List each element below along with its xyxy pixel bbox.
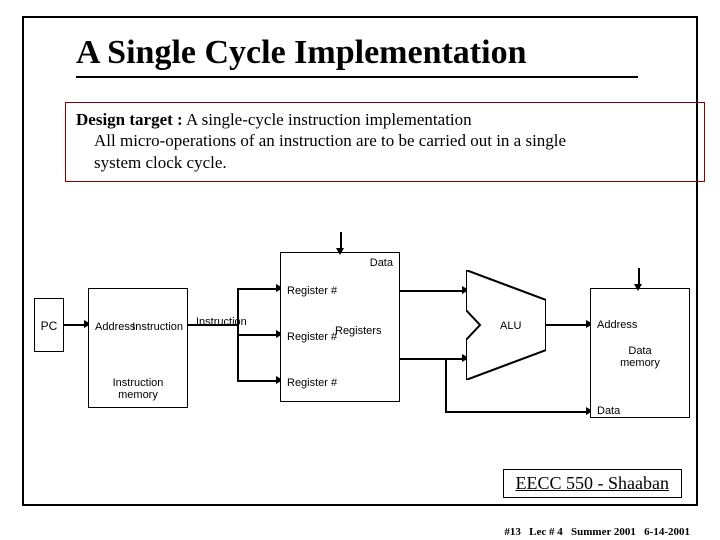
wire-reg-alu-a <box>400 290 466 292</box>
wire-to-reg3 <box>237 380 280 382</box>
wire-to-reg1 <box>237 288 280 290</box>
dmem-caption: Datamemory <box>591 345 689 369</box>
regs-data-port: Data <box>370 257 393 269</box>
title-underline <box>76 76 638 78</box>
design-line2: All micro-operations of an instruction a… <box>94 130 694 151</box>
lecture-number: Lec # 4 <box>529 526 563 538</box>
registers-block: Data Register # Register # Register # Re… <box>280 252 400 402</box>
instruction-wire-label: Instruction <box>196 316 247 328</box>
sub-footer: #13 Lec # 4 Summer 2001 6-14-2001 <box>0 526 720 538</box>
slide-frame: A Single Cycle Implementation Design tar… <box>22 16 698 506</box>
alu-label: ALU <box>500 320 521 332</box>
design-target-box: Design target : A single-cycle instructi… <box>65 102 705 182</box>
dmem-block: Address Data Datamemory <box>590 288 690 418</box>
wire-imem-main <box>188 324 238 326</box>
design-line3: system clock cycle. <box>94 152 694 173</box>
page-title: A Single Cycle Implementation <box>76 34 696 72</box>
term: Summer 2001 <box>571 526 636 538</box>
arrow-data-in-regs <box>336 248 344 255</box>
regs-reg2: Register # <box>287 331 337 343</box>
dmem-data-label: Data <box>597 405 620 417</box>
design-label: Design target : <box>76 110 183 129</box>
wire-to-dmem-data-v <box>445 358 447 412</box>
pc-block: PC <box>34 298 64 352</box>
dmem-address-label: Address <box>597 319 637 331</box>
regs-reg1: Register # <box>287 285 337 297</box>
design-line1: A single-cycle instruction implementatio… <box>183 110 472 129</box>
imem-block: Address Instruction Instructionmemory <box>88 288 188 408</box>
imem-address-label: Address <box>95 321 135 333</box>
wire-to-dmem-data-h <box>445 411 590 413</box>
footer-course: EECC 550 - Shaaban <box>516 473 669 493</box>
wire-alu-dmem <box>546 324 590 326</box>
datapath-diagram: PC Address Instruction Instructionmemory… <box>30 224 698 464</box>
wire-reg-alu-b1 <box>400 358 446 360</box>
regs-caption: Registers <box>335 325 381 337</box>
date: 6-14-2001 <box>644 526 690 538</box>
arrow-data-in-dmem <box>634 284 642 291</box>
imem-instruction-port: Instruction <box>132 321 183 333</box>
slide-number: #13 <box>504 526 521 538</box>
wire-to-reg2 <box>237 334 280 336</box>
imem-caption: Instructionmemory <box>89 377 187 401</box>
regs-reg3: Register # <box>287 377 337 389</box>
footer-box: EECC 550 - Shaaban <box>503 469 682 498</box>
